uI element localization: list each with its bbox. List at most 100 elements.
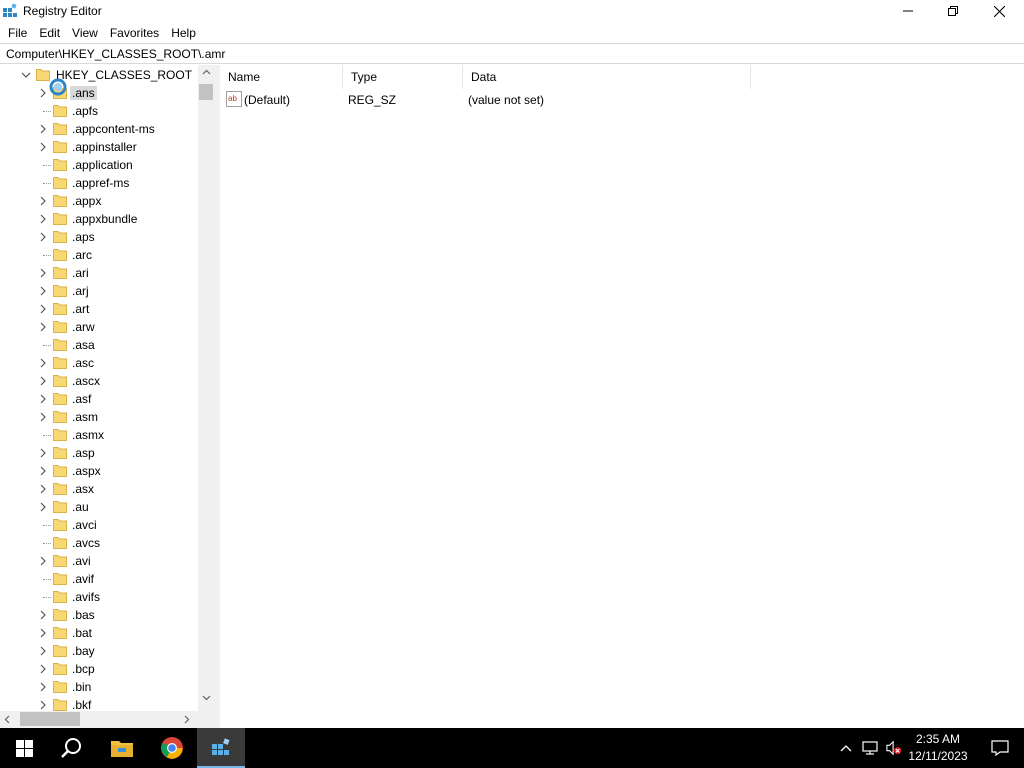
chevron-right-icon[interactable]	[38, 466, 48, 476]
action-center-button[interactable]	[976, 728, 1024, 768]
tree-item[interactable]: .appinstaller	[0, 138, 198, 156]
tree-item-label[interactable]: .ascx	[72, 374, 100, 388]
vertical-scroll-thumb[interactable]	[199, 84, 213, 100]
chevron-right-icon[interactable]	[38, 142, 48, 152]
tree-horizontal-scrollbar[interactable]	[0, 711, 198, 728]
tree-item-label[interactable]: .appinstaller	[72, 140, 137, 154]
tree-item-label[interactable]: .asc	[72, 356, 94, 370]
address-bar[interactable]: Computer\HKEY_CLASSES_ROOT\.amr	[0, 43, 1024, 64]
chevron-right-icon[interactable]	[38, 358, 48, 368]
tree-item-label[interactable]: .asp	[72, 446, 95, 460]
tree-item-label[interactable]: .avif	[72, 572, 94, 586]
minimize-button[interactable]	[885, 0, 931, 22]
tree-root[interactable]: HKEY_CLASSES_ROOT	[0, 66, 198, 84]
tree-item[interactable]: .arj	[0, 282, 198, 300]
tree-item-label[interactable]: .apfs	[72, 104, 98, 118]
scroll-up-icon[interactable]	[202, 69, 211, 75]
tree-item-label[interactable]: .bat	[72, 626, 92, 640]
chevron-right-icon[interactable]	[38, 124, 48, 134]
chevron-right-icon[interactable]	[38, 88, 48, 98]
tree-item-label[interactable]: .bas	[72, 608, 95, 622]
restore-button[interactable]	[930, 0, 976, 22]
column-header-data[interactable]: Data	[463, 65, 751, 89]
menu-help[interactable]: Help	[167, 23, 200, 43]
tree-item[interactable]: .asp	[0, 444, 198, 462]
chrome-button[interactable]	[148, 728, 196, 768]
tree-item[interactable]: .avi	[0, 552, 198, 570]
tree-item-label[interactable]: .ari	[72, 266, 89, 280]
tree-item[interactable]: .bin	[0, 678, 198, 696]
tree-item[interactable]: .avif	[0, 570, 198, 588]
tree-item[interactable]: .avci	[0, 516, 198, 534]
tree-item[interactable]: .asm	[0, 408, 198, 426]
tree-item-label[interactable]: .avi	[72, 554, 91, 568]
tree-item-label[interactable]: .asx	[72, 482, 94, 496]
chevron-right-icon[interactable]	[38, 610, 48, 620]
tree-item-label[interactable]: .bay	[72, 644, 95, 658]
chevron-right-icon[interactable]	[38, 682, 48, 692]
chevron-right-icon[interactable]	[38, 304, 48, 314]
chevron-right-icon[interactable]	[38, 376, 48, 386]
tree-item[interactable]: .appref-ms	[0, 174, 198, 192]
tree-item-label[interactable]: .aspx	[72, 464, 101, 478]
tree-item[interactable]: .bay	[0, 642, 198, 660]
scroll-left-icon[interactable]	[4, 715, 10, 724]
tree-item-label[interactable]: .aps	[72, 230, 95, 244]
tree-vertical-scrollbar[interactable]	[198, 65, 215, 711]
tree-item[interactable]: .ascx	[0, 372, 198, 390]
tree-item-label[interactable]: .arj	[72, 284, 89, 298]
tree-item[interactable]: .asmx	[0, 426, 198, 444]
chevron-right-icon[interactable]	[38, 268, 48, 278]
tree-item[interactable]: .au	[0, 498, 198, 516]
chevron-right-icon[interactable]	[38, 628, 48, 638]
tree-item[interactable]: .aspx	[0, 462, 198, 480]
tree-item-label[interactable]: .application	[72, 158, 133, 172]
tree-item-label[interactable]: .appref-ms	[72, 176, 129, 190]
tree-item-label[interactable]: .appcontent-ms	[72, 122, 155, 136]
tree-item-label[interactable]: .bkf	[72, 698, 91, 712]
menu-favorites[interactable]: Favorites	[106, 23, 163, 43]
chevron-right-icon[interactable]	[38, 700, 48, 710]
tree-item[interactable]: .bas	[0, 606, 198, 624]
tree-item[interactable]: .application	[0, 156, 198, 174]
search-button[interactable]	[48, 728, 96, 768]
key-tree[interactable]: HKEY_CLASSES_ROOT .ans .apfs .appcontent-m…	[0, 65, 215, 728]
tree-item-label[interactable]: .ans	[70, 86, 97, 100]
menu-edit[interactable]: Edit	[35, 23, 64, 43]
tree-item-label[interactable]: .appx	[72, 194, 101, 208]
tree-item[interactable]: .avcs	[0, 534, 198, 552]
tree-item[interactable]: .asf	[0, 390, 198, 408]
registry-editor-taskbar-button[interactable]	[197, 728, 245, 768]
tree-item-label[interactable]: .bcp	[72, 662, 95, 676]
chevron-right-icon[interactable]	[38, 322, 48, 332]
tree-item-label[interactable]: .arc	[72, 248, 92, 262]
tree-item-label[interactable]: .au	[72, 500, 89, 514]
chevron-right-icon[interactable]	[38, 286, 48, 296]
chevron-right-icon[interactable]	[38, 484, 48, 494]
tree-item-label[interactable]: .asmx	[72, 428, 104, 442]
tree-item[interactable]: .appx	[0, 192, 198, 210]
tree-item[interactable]: .avifs	[0, 588, 198, 606]
tree-item-label[interactable]: .appxbundle	[72, 212, 137, 226]
column-header-name[interactable]: Name	[220, 65, 343, 89]
tree-item[interactable]: .arc	[0, 246, 198, 264]
chevron-right-icon[interactable]	[38, 502, 48, 512]
tree-item[interactable]: .appcontent-ms	[0, 120, 198, 138]
menu-file[interactable]: File	[4, 23, 31, 43]
chevron-right-icon[interactable]	[38, 232, 48, 242]
values-list[interactable]: Name Type Data ab (Default) REG_SZ (valu…	[220, 65, 1024, 728]
chevron-right-icon[interactable]	[38, 664, 48, 674]
tree-item-label[interactable]: .arw	[72, 320, 95, 334]
tree-item-label[interactable]: .bin	[72, 680, 91, 694]
tree-item-label[interactable]: .avcs	[72, 536, 100, 550]
address-path[interactable]: Computer\HKEY_CLASSES_ROOT\.amr	[6, 47, 225, 61]
scroll-right-icon[interactable]	[184, 715, 190, 724]
taskbar-clock[interactable]: 2:35 AM 12/11/2023	[905, 731, 971, 765]
network-button[interactable]	[862, 740, 878, 756]
tree-item[interactable]: .bcp	[0, 660, 198, 678]
chevron-right-icon[interactable]	[38, 556, 48, 566]
tree-item[interactable]: .appxbundle	[0, 210, 198, 228]
tree-item-label[interactable]: .avci	[72, 518, 97, 532]
chevron-right-icon[interactable]	[38, 646, 48, 656]
chevron-right-icon[interactable]	[38, 448, 48, 458]
